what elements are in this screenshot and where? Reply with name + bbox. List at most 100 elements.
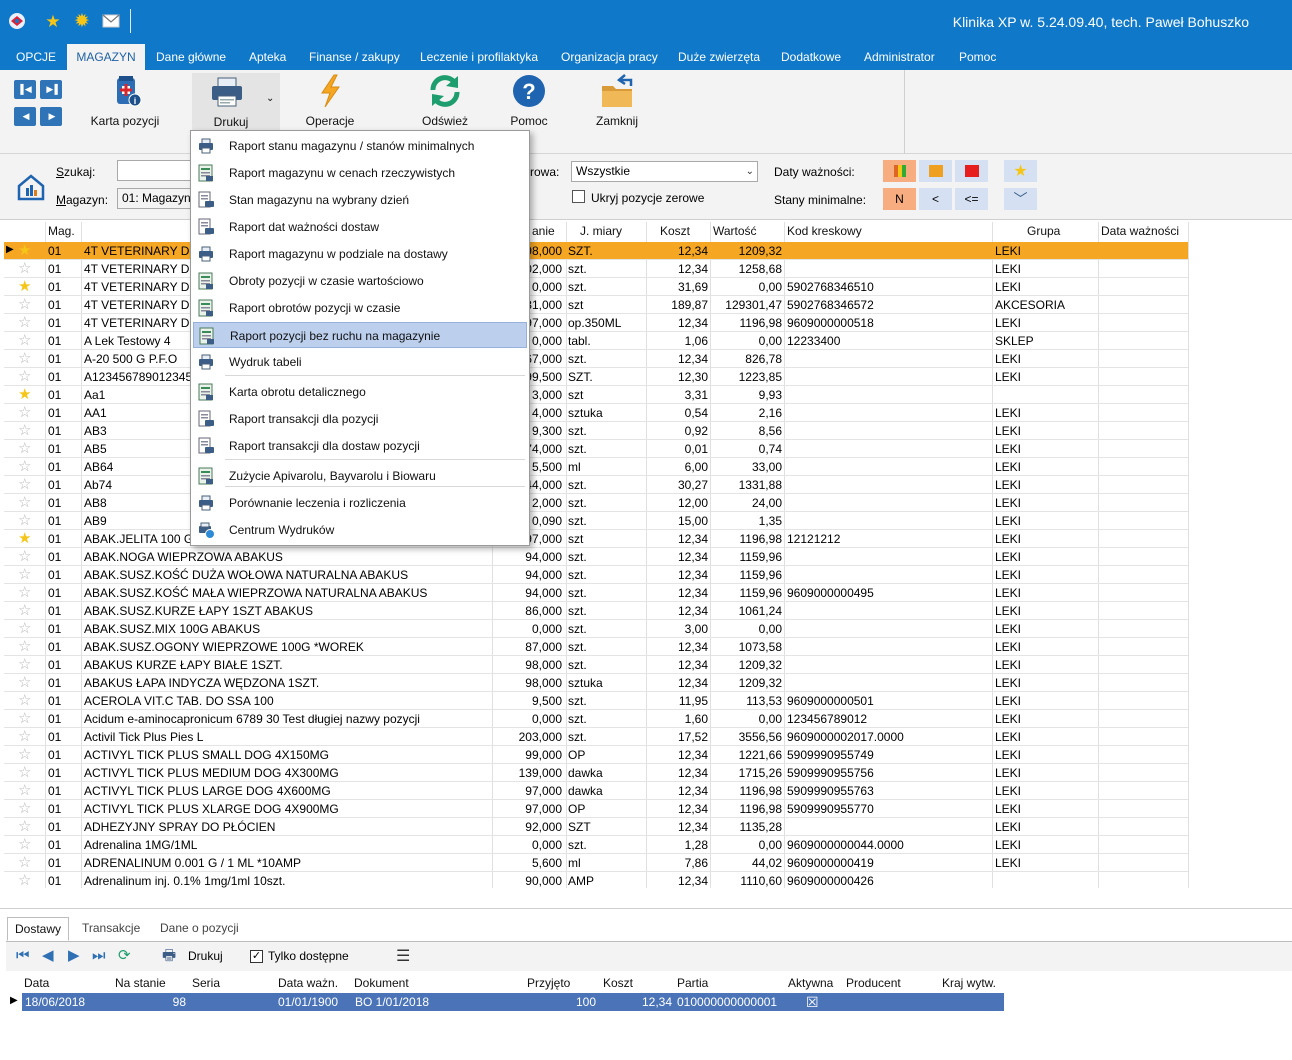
mail-icon[interactable] xyxy=(100,10,122,32)
favorite-star-icon[interactable]: ★ xyxy=(42,10,64,32)
bcol-na-stanie[interactable]: Na stanie xyxy=(115,975,166,991)
bcol-aktywna[interactable]: Aktywna xyxy=(788,975,833,991)
menu-leczenie[interactable]: Leczenie i profilaktyka xyxy=(420,44,538,70)
menu-dane-glowne[interactable]: Dane główne xyxy=(156,44,226,70)
favorite-star-icon[interactable]: ☆ xyxy=(18,350,31,368)
menu-icon[interactable]: ☰ xyxy=(396,946,410,966)
table-row[interactable]: ☆ 01 ACEROLA VIT.C TAB. DO SSA 100 9,500 szt… xyxy=(4,692,1188,710)
menu-magazyn[interactable]: MAGAZYN xyxy=(67,44,145,71)
menu-organizacja[interactable]: Organizacja pracy xyxy=(561,44,658,70)
menu-item-report[interactable]: Raport pozycji bez ruchu na magazynie xyxy=(193,322,527,348)
tylko-checkbox[interactable]: ✓ xyxy=(250,950,263,963)
table-row[interactable]: ☆ 01 4T VETERINARY DIE 02,000 szt. 12,34 1258,… xyxy=(4,260,1188,278)
table-row[interactable]: ☆ 01 Activil Tick Plus Pies L 203,000 szt. 17… xyxy=(4,728,1188,746)
table-row[interactable]: ☆ 01 AB3 9,300 szt. 0,92 8,56 LEKI xyxy=(4,422,1188,440)
favorite-star-icon[interactable]: ☆ xyxy=(18,854,31,872)
col-stan[interactable]: anie xyxy=(532,222,555,240)
odswiez-button[interactable]: Odśwież xyxy=(414,72,476,130)
table-row[interactable]: ☆ 01 AB8 2,000 szt. 12,00 24,00 LEKI xyxy=(4,494,1188,512)
menu-item-report[interactable]: Raport dat ważności dostaw xyxy=(193,214,527,240)
favorite-star-icon[interactable]: ☆ xyxy=(18,512,31,530)
favorite-star-icon[interactable]: ☆ xyxy=(18,458,31,476)
favorite-star-icon[interactable]: ☆ xyxy=(18,404,31,422)
chevron-down-icon[interactable]: ⌄ xyxy=(266,93,274,104)
favorite-star-icon[interactable]: ☆ xyxy=(18,836,31,854)
table-row[interactable]: ☆ 01 ACTIVYL TICK PLUS LARGE DOG 4X600MG 97… xyxy=(4,782,1188,800)
table-row[interactable]: ☆ 01 4T VETERINARY DIE 31,000 szt 189,87 12930… xyxy=(4,296,1188,314)
table-row[interactable]: ☆ 01 ABAK.NOGA WIEPRZOWA ABAKUS 94,000 szt. 1… xyxy=(4,548,1188,566)
menu-item-report[interactable]: Raport magazynu w cenach rzeczywistych xyxy=(193,160,527,186)
table-row[interactable]: ☆ 01 AB64 5,500 ml 6,00 33,00 LEKI xyxy=(4,458,1188,476)
favorite-star-icon[interactable]: ☆ xyxy=(18,440,31,458)
orange-square-icon[interactable] xyxy=(919,160,952,182)
table-row[interactable]: ★ 01 4T VETERINARY DIE 0,000 szt. 31,69 0,00 59… xyxy=(4,278,1188,296)
favorite-star-icon[interactable]: ☆ xyxy=(18,566,31,584)
red-square-icon[interactable] xyxy=(955,160,988,182)
table-row[interactable]: ☆ 01 ACTIVYL TICK PLUS XLARGE DOG 4X900MG 9… xyxy=(4,800,1188,818)
bcol-dokument[interactable]: Dokument xyxy=(354,975,409,991)
aktywna-checkbox-icon[interactable]: ☒ xyxy=(806,993,819,1011)
tab-dostawy[interactable]: Dostawy xyxy=(7,917,70,941)
bcol-przyjeto[interactable]: Przyjęto xyxy=(527,975,570,991)
magazyn-select[interactable]: 01: Magazyn xyxy=(117,188,193,209)
favorite-star-icon[interactable]: ☆ xyxy=(18,602,31,620)
favorite-star-icon[interactable]: ★ xyxy=(18,278,31,296)
table-row[interactable]: ☆ 01 ABAK.SUSZ.KOŚĆ MAŁA WIEPRZOWA NATURAL… xyxy=(4,584,1188,602)
traffic-light-icon[interactable] xyxy=(883,160,916,182)
table-row[interactable]: ☆ 01 ACTIVYL TICK PLUS MEDIUM DOG 4X300MG 1… xyxy=(4,764,1188,782)
favorite-star-icon[interactable]: ☆ xyxy=(18,782,31,800)
table-row[interactable]: ★ 01 Aa1 3,000 szt 3,31 9,93 xyxy=(4,386,1188,404)
table-row[interactable]: ☆ 01 ABAK.SUSZ.KOŚĆ DUŻA WOŁOWA NATURALNA … xyxy=(4,566,1188,584)
menu-item-report[interactable]: Stan magazynu na wybrany dzień xyxy=(193,187,527,213)
favorite-star-icon[interactable]: ☆ xyxy=(18,800,31,818)
bcol-koszt[interactable]: Koszt xyxy=(603,975,633,991)
favorite-star-icon[interactable]: ☆ xyxy=(18,656,31,674)
table-row[interactable]: ☆ 01 Adrenalinum inj. 0.1% 1mg/1ml 10szt. 9… xyxy=(4,872,1188,888)
table-row[interactable]: ☆ 01 Adrenalina 1MG/1ML 0,000 szt. 1,28 0,00 96… xyxy=(4,836,1188,854)
menu-item-report[interactable]: Wydruk tabeli xyxy=(193,349,527,375)
col-jm[interactable]: J. miary xyxy=(580,222,622,240)
favorite-star-icon[interactable]: ☆ xyxy=(18,872,31,888)
refresh-icon[interactable]: ⟳ xyxy=(118,948,131,964)
menu-opcje[interactable]: OPCJE xyxy=(16,44,56,70)
col-mag[interactable]: Mag. xyxy=(48,222,75,240)
table-row[interactable]: ☆ 01 AB5 74,000 szt. 0,01 0,74 LEKI xyxy=(4,440,1188,458)
menu-item-report[interactable]: Raport stanu magazynu / stanów minimalny… xyxy=(193,133,527,159)
table-row[interactable]: ☆ 01 ADRENALINUM 0.001 G / 1 ML *10AMP 5,60… xyxy=(4,854,1188,872)
grupa-select[interactable]: Wszystkie ⌄ xyxy=(571,161,758,182)
favorite-star-icon[interactable]: ☆ xyxy=(18,422,31,440)
bcol-partia[interactable]: Partia xyxy=(677,975,708,991)
tab-transakcje[interactable]: Transakcje xyxy=(75,917,147,941)
menu-item-report[interactable]: Obroty pozycji w czasie wartościowo xyxy=(193,268,527,294)
star-filter-icon[interactable]: ★ xyxy=(1004,160,1037,182)
printer-icon[interactable]: 🖶 xyxy=(162,948,176,964)
menu-dodatkowe[interactable]: Dodatkowe xyxy=(781,44,841,70)
favorite-star-icon[interactable]: ☆ xyxy=(18,728,31,746)
table-row[interactable]: ☆ 01 ABAK.SUSZ.OGONY WIEPRZOWE 100G *WOREK… xyxy=(4,638,1188,656)
favorite-star-icon[interactable]: ☆ xyxy=(18,260,31,278)
app-logo-icon[interactable] xyxy=(6,10,28,32)
table-row[interactable]: ☆ 01 ABAKUS KURZE ŁAPY BIAŁE 1SZT. 98,000 sz… xyxy=(4,656,1188,674)
menu-item-report[interactable]: Raport obrotów pozycji w czasie xyxy=(193,295,527,321)
table-row[interactable]: ☆ 01 4T VETERINARY DIE 97,000 op.350ML 12,34 1… xyxy=(4,314,1188,332)
search-input[interactable] xyxy=(117,160,193,181)
table-row[interactable]: ☆ 01 ABAK.SUSZ.KURZE ŁAPY 1SZT ABAKUS 86,00… xyxy=(4,602,1188,620)
first-record-icon[interactable]: ▌◀ xyxy=(14,80,36,99)
zamknij-button[interactable]: Zamknij xyxy=(586,72,648,130)
menu-administrator[interactable]: Administrator xyxy=(864,44,935,70)
favorite-star-icon[interactable]: ☆ xyxy=(18,818,31,836)
col-kod[interactable]: Kod kreskowy xyxy=(787,222,862,240)
favorite-star-icon[interactable]: ★ xyxy=(18,386,31,404)
favorite-star-icon[interactable]: ☆ xyxy=(18,638,31,656)
bcol-data[interactable]: Data xyxy=(24,975,49,991)
bcol-seria[interactable]: Seria xyxy=(192,975,220,991)
menu-pomoc[interactable]: Pomoc xyxy=(959,44,996,70)
drukuj-button[interactable]: ⌄ Drukuj xyxy=(192,73,280,131)
col-koszt[interactable]: Koszt xyxy=(660,222,690,240)
bcol-producent[interactable]: Producent xyxy=(846,975,901,991)
favorite-star-icon[interactable]: ☆ xyxy=(18,620,31,638)
menu-item-report[interactable]: Porównanie leczenia i rozliczenia xyxy=(193,490,527,516)
sun-icon[interactable]: ✹ xyxy=(71,10,93,32)
next-icon[interactable]: ▶ xyxy=(68,948,80,964)
favorite-star-icon[interactable]: ★ xyxy=(18,530,31,548)
